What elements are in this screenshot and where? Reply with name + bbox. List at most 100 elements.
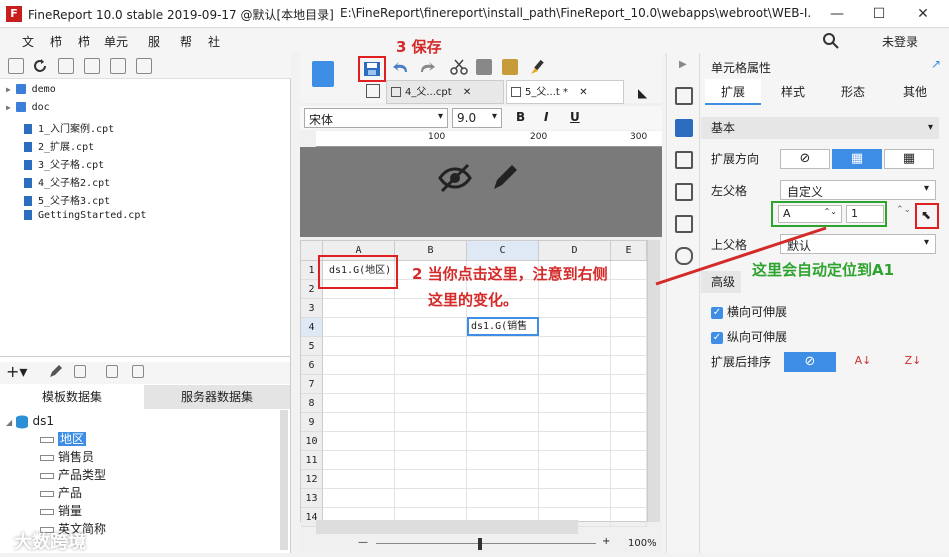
grid-cell[interactable] [395, 451, 467, 470]
grid-cell[interactable] [539, 299, 611, 318]
left-parent-row-input[interactable]: 1 [846, 205, 884, 223]
field-item[interactable]: 销量 [40, 502, 82, 519]
grid-cell[interactable] [395, 394, 467, 413]
properties-icon[interactable] [58, 58, 74, 74]
tree-file[interactable]: GettingStarted.cpt [24, 210, 146, 228]
grid-cell[interactable] [395, 470, 467, 489]
menu-community[interactable]: 社 [208, 33, 220, 50]
grid-cell[interactable] [323, 432, 395, 451]
close-window-button[interactable]: ✕ [912, 4, 934, 24]
grid-cell[interactable] [323, 470, 395, 489]
hide-icon[interactable] [438, 163, 472, 193]
vertical-expand-icon[interactable]: ▦ [832, 149, 882, 169]
row-header[interactable]: 8 [301, 394, 323, 413]
minimize-button[interactable]: — [826, 4, 848, 24]
menu-insert[interactable]: 栉 [78, 33, 90, 50]
grid-cell[interactable] [611, 470, 647, 489]
font-size-select[interactable]: 9.0 ▾ [452, 108, 502, 128]
zoom-slider-thumb[interactable] [478, 538, 482, 550]
grid-cell[interactable] [395, 356, 467, 375]
tab-server-dataset[interactable]: 服务器数据集 [144, 385, 290, 409]
collapse-right-icon[interactable]: ▶ [679, 59, 687, 70]
grid-cell[interactable] [539, 356, 611, 375]
grid-cell[interactable] [467, 394, 539, 413]
tree-file[interactable]: 2_扩展.cpt [24, 138, 94, 156]
menu-server[interactable]: 服 [148, 33, 160, 50]
no-sort-icon[interactable]: ⊘ [784, 352, 836, 372]
grid-cell[interactable] [323, 489, 395, 508]
checkbox-checked-icon[interactable]: ✓ [711, 306, 723, 319]
grid-cell[interactable] [395, 318, 467, 337]
tab-style[interactable]: 样式 [765, 79, 821, 105]
grid-cell[interactable] [323, 375, 395, 394]
grid-cell[interactable] [611, 413, 647, 432]
col-header[interactable]: E [611, 241, 647, 261]
font-family-select[interactable]: 宋体 ▾ [304, 108, 448, 128]
grid-cell[interactable] [539, 394, 611, 413]
save-icon[interactable] [363, 61, 381, 77]
no-expand-icon[interactable]: ⊘ [780, 149, 830, 169]
underline-button[interactable]: U [570, 110, 580, 124]
grid-cell[interactable] [323, 356, 395, 375]
edit-icon[interactable] [48, 365, 62, 379]
tab-file-4[interactable]: 4_父...cpt ✕ [386, 80, 504, 104]
border-icon[interactable] [675, 151, 693, 169]
grid-cell[interactable] [467, 470, 539, 489]
grid-cell[interactable] [323, 451, 395, 470]
zoom-in-button[interactable]: + [602, 536, 610, 547]
grid-cell[interactable] [611, 489, 647, 508]
checkbox-vertical-expand[interactable]: ✓ 纵向可伸展 [711, 328, 787, 345]
delete-dataset-icon[interactable] [74, 365, 86, 378]
grid-cell[interactable] [539, 375, 611, 394]
row-header[interactable]: 4 [301, 318, 323, 337]
grid-cell[interactable] [611, 451, 647, 470]
grid-cell[interactable] [323, 413, 395, 432]
pin-icon[interactable]: ↗ [931, 57, 941, 71]
sort-descending-icon[interactable]: Z↓ [888, 352, 938, 372]
grid-cell[interactable] [467, 489, 539, 508]
field-item[interactable]: 产品 [40, 484, 82, 501]
italic-button[interactable]: I [544, 110, 548, 124]
grid-cell[interactable] [539, 432, 611, 451]
tab-other[interactable]: 其他 [887, 79, 943, 105]
grid-cell[interactable] [467, 356, 539, 375]
grid-cell[interactable] [611, 375, 647, 394]
menu-template[interactable]: 栉 [50, 33, 62, 50]
sql-icon[interactable] [132, 365, 144, 378]
dataset-ds1[interactable]: ◢ ds1 [6, 414, 54, 429]
grid-cell[interactable] [539, 489, 611, 508]
horizontal-expand-icon[interactable]: ▦ [884, 149, 934, 169]
format-brush-icon[interactable] [528, 58, 546, 76]
grid-cell[interactable] [323, 299, 395, 318]
close-tab-icon[interactable]: ✕ [579, 87, 587, 98]
grid-cell[interactable] [467, 451, 539, 470]
tab-expand[interactable]: 扩展 [705, 79, 761, 105]
grid-cell[interactable] [467, 432, 539, 451]
checkbox-checked-icon[interactable]: ✓ [711, 331, 723, 344]
bold-button[interactable]: B [516, 110, 525, 124]
cell-picker-icon[interactable]: ⬉ [921, 208, 931, 222]
cut-icon[interactable] [450, 59, 468, 75]
row-header[interactable]: 11 [301, 451, 323, 470]
horizontal-scrollbar[interactable] [316, 520, 578, 534]
grid-cell[interactable] [395, 413, 467, 432]
grid-cell[interactable] [539, 413, 611, 432]
delete-icon[interactable] [110, 58, 126, 74]
close-tab-icon[interactable]: ✕ [463, 87, 471, 98]
grid-cell[interactable] [539, 470, 611, 489]
row-header[interactable]: 6 [301, 356, 323, 375]
paste-icon[interactable] [502, 59, 518, 75]
login-status[interactable]: 未登录 [882, 33, 918, 50]
grid-cell[interactable] [611, 356, 647, 375]
menu-file[interactable]: 文 [22, 33, 34, 50]
sort-ascending-icon[interactable]: A↓ [838, 352, 888, 372]
grid-cell[interactable] [611, 432, 647, 451]
cell-element-icon[interactable] [675, 119, 693, 137]
grid-cell[interactable] [467, 337, 539, 356]
tree-file[interactable]: 4_父子格2.cpt [24, 174, 110, 192]
dataset-scrollbar[interactable] [280, 410, 288, 550]
edit-icon[interactable] [490, 161, 520, 193]
copy-icon[interactable] [476, 59, 492, 75]
tree-file[interactable]: 1_入门案例.cpt [24, 120, 114, 138]
grid-cell[interactable] [323, 337, 395, 356]
